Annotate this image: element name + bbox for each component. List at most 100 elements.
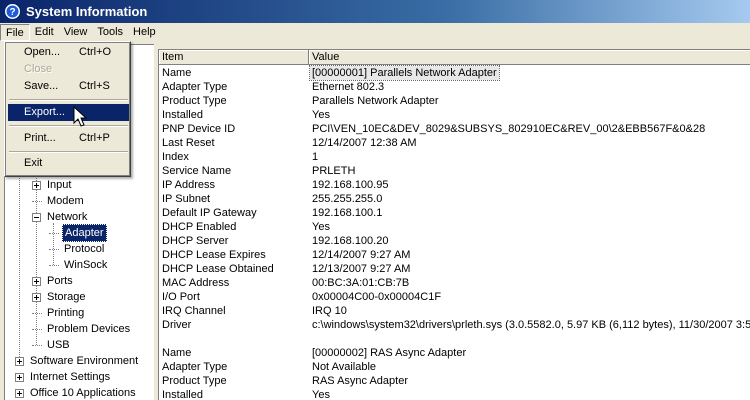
tree-node-label: Ports (47, 275, 73, 287)
menu-item-label: Print... (24, 132, 56, 144)
table-row[interactable]: IP Subnet 255.255.255.0 (159, 192, 750, 206)
table-cell-item: DHCP Enabled (162, 221, 237, 233)
table-cell-value: c:\windows\system32\drivers\prleth.sys (… (312, 319, 750, 331)
tree-node[interactable]: Software Environment (15, 353, 140, 369)
table-cell-value: Ethernet 802.3 (312, 81, 385, 93)
table-row[interactable]: DHCP Lease Obtained 12/13/2007 9:27 AM (159, 262, 750, 276)
table-row[interactable]: Default IP Gateway 192.168.100.1 (159, 206, 750, 220)
table-row[interactable]: Name [00000002] RAS Async Adapter (159, 346, 750, 360)
tree-node[interactable]: Protocol (49, 241, 106, 257)
table-cell-item: Installed (162, 109, 203, 121)
table-cell-item: MAC Address (162, 277, 230, 289)
tree-node[interactable]: Network (32, 209, 89, 225)
table-row[interactable]: Index 1 (159, 150, 750, 164)
table-cell-item: DHCP Server (162, 235, 229, 247)
table-cell-item: IP Address (162, 179, 215, 191)
tree-node-label: Office 10 Applications (30, 387, 136, 399)
table-cell-item: Adapter Type (162, 81, 228, 93)
table-cell-value: 12/14/2007 12:38 AM (312, 137, 417, 149)
table-row[interactable]: Service Name PRLETH (159, 164, 750, 178)
exit-menu-item[interactable]: Exit (8, 155, 129, 172)
table-cell-item: PNP Device ID (162, 123, 236, 135)
table-row[interactable]: Adapter Type Not Available (159, 360, 750, 374)
column-header-value[interactable]: Value (309, 50, 750, 65)
tree-node[interactable]: Internet Settings (15, 369, 112, 385)
tree-node-label: WinSock (64, 259, 108, 271)
tree-node-label: Modem (47, 195, 84, 207)
tree-connector (49, 264, 59, 266)
open-menu-item[interactable]: Open... Ctrl+O (8, 44, 129, 61)
tree-connector (32, 312, 42, 314)
table-row[interactable]: Installed Yes (159, 108, 750, 122)
expand-icon[interactable] (32, 292, 41, 302)
export-menu-item[interactable]: Export... (8, 104, 129, 121)
table-cell-value: [00000002] RAS Async Adapter (312, 347, 467, 359)
expand-icon[interactable] (32, 180, 41, 190)
svg-text:?: ? (9, 7, 15, 18)
tree-connector (49, 232, 59, 234)
details-table: Item Value Name [00000001] Parallels Netw… (158, 49, 750, 400)
tree-connector (32, 200, 42, 202)
collapse-icon[interactable] (32, 212, 41, 222)
menu-item-label: Export... (24, 106, 65, 118)
menu-item-shortcut: Ctrl+P (79, 132, 110, 144)
save-menu-item[interactable]: Save... Ctrl+S (8, 78, 129, 95)
table-cell-item: IRQ Channel (162, 305, 226, 317)
menu-separator (9, 99, 128, 101)
expand-icon[interactable] (15, 388, 24, 398)
table-cell-item: DHCP Lease Expires (162, 249, 266, 261)
menu-view[interactable]: View (59, 24, 93, 41)
table-cell-item: Name (162, 347, 192, 359)
menu-item-label: Open... (24, 46, 61, 58)
menu-edit[interactable]: Edit (30, 24, 59, 41)
table-row[interactable]: DHCP Server 192.168.100.20 (159, 234, 750, 248)
menu-item-label: Close (24, 63, 53, 75)
table-cell-value: 192.168.100.95 (312, 179, 389, 191)
expand-icon[interactable] (15, 372, 24, 382)
tree-node[interactable]: USB (32, 337, 72, 353)
column-header-item[interactable]: Item (159, 50, 309, 65)
tree-node[interactable]: WinSock (49, 257, 109, 273)
table-cell-value: 1 (312, 151, 319, 163)
tree-node[interactable]: Ports (32, 273, 75, 289)
tree-node[interactable]: Adapter (49, 224, 107, 242)
table-row[interactable]: Driver c:\windows\system32\drivers\prleth… (159, 318, 750, 332)
table-row[interactable]: MAC Address 00:BC:3A:01:CB:7B (159, 276, 750, 290)
close-menu-item[interactable]: Close (8, 61, 129, 78)
table-row[interactable]: IRQ Channel IRQ 10 (159, 304, 750, 318)
menu-separator (9, 125, 128, 127)
print-menu-item[interactable]: Print... Ctrl+P (8, 130, 129, 147)
table-cell-value: 0x00004C00-0x00004C1F (312, 291, 442, 303)
tree-node[interactable]: Problem Devices (32, 321, 132, 337)
table-row[interactable]: PNP Device ID PCI\VEN_10EC&DEV_8029&SUBSY… (159, 122, 750, 136)
menu-file[interactable]: File (0, 24, 30, 41)
menu-help[interactable]: Help (128, 24, 161, 41)
table-cell-value: Parallels Network Adapter (312, 95, 439, 107)
table-row[interactable]: Adapter Type Ethernet 802.3 (159, 80, 750, 94)
tree-node[interactable]: Input (32, 177, 73, 193)
table-row[interactable]: IP Address 192.168.100.95 (159, 178, 750, 192)
expand-icon[interactable] (32, 276, 41, 286)
table-cell-value: 12/14/2007 9:27 AM (312, 249, 411, 261)
menu-tools[interactable]: Tools (92, 24, 128, 41)
tree-node[interactable]: Storage (32, 289, 88, 305)
table-row[interactable]: Product Type Parallels Network Adapter (159, 94, 750, 108)
table-row[interactable]: Installed Yes (159, 388, 750, 400)
table-cell-value: Yes (312, 221, 330, 233)
table-row[interactable]: Product Type RAS Async Adapter (159, 374, 750, 388)
tree-node-label: Software Environment (30, 355, 139, 367)
tree-node[interactable]: Modem (32, 193, 86, 209)
table-row[interactable]: Name [00000001] Parallels Network Adapter (159, 65, 750, 81)
table-row[interactable]: Last Reset 12/14/2007 12:38 AM (159, 136, 750, 150)
table-row[interactable]: DHCP Lease Expires 12/14/2007 9:27 AM (159, 248, 750, 262)
table-row[interactable]: DHCP Enabled Yes (159, 220, 750, 234)
table-row[interactable] (159, 332, 750, 346)
table-cell-value: PRLETH (312, 165, 356, 177)
table-row[interactable]: I/O Port 0x00004C00-0x00004C1F (159, 290, 750, 304)
table-cell-item: Default IP Gateway (162, 207, 257, 219)
tree-node[interactable]: Printing (32, 305, 86, 321)
tree-node[interactable]: Office 10 Applications (15, 385, 138, 400)
system-information-icon: ? (4, 3, 21, 20)
expand-icon[interactable] (15, 356, 24, 366)
title-bar[interactable]: ? System Information (0, 0, 750, 23)
